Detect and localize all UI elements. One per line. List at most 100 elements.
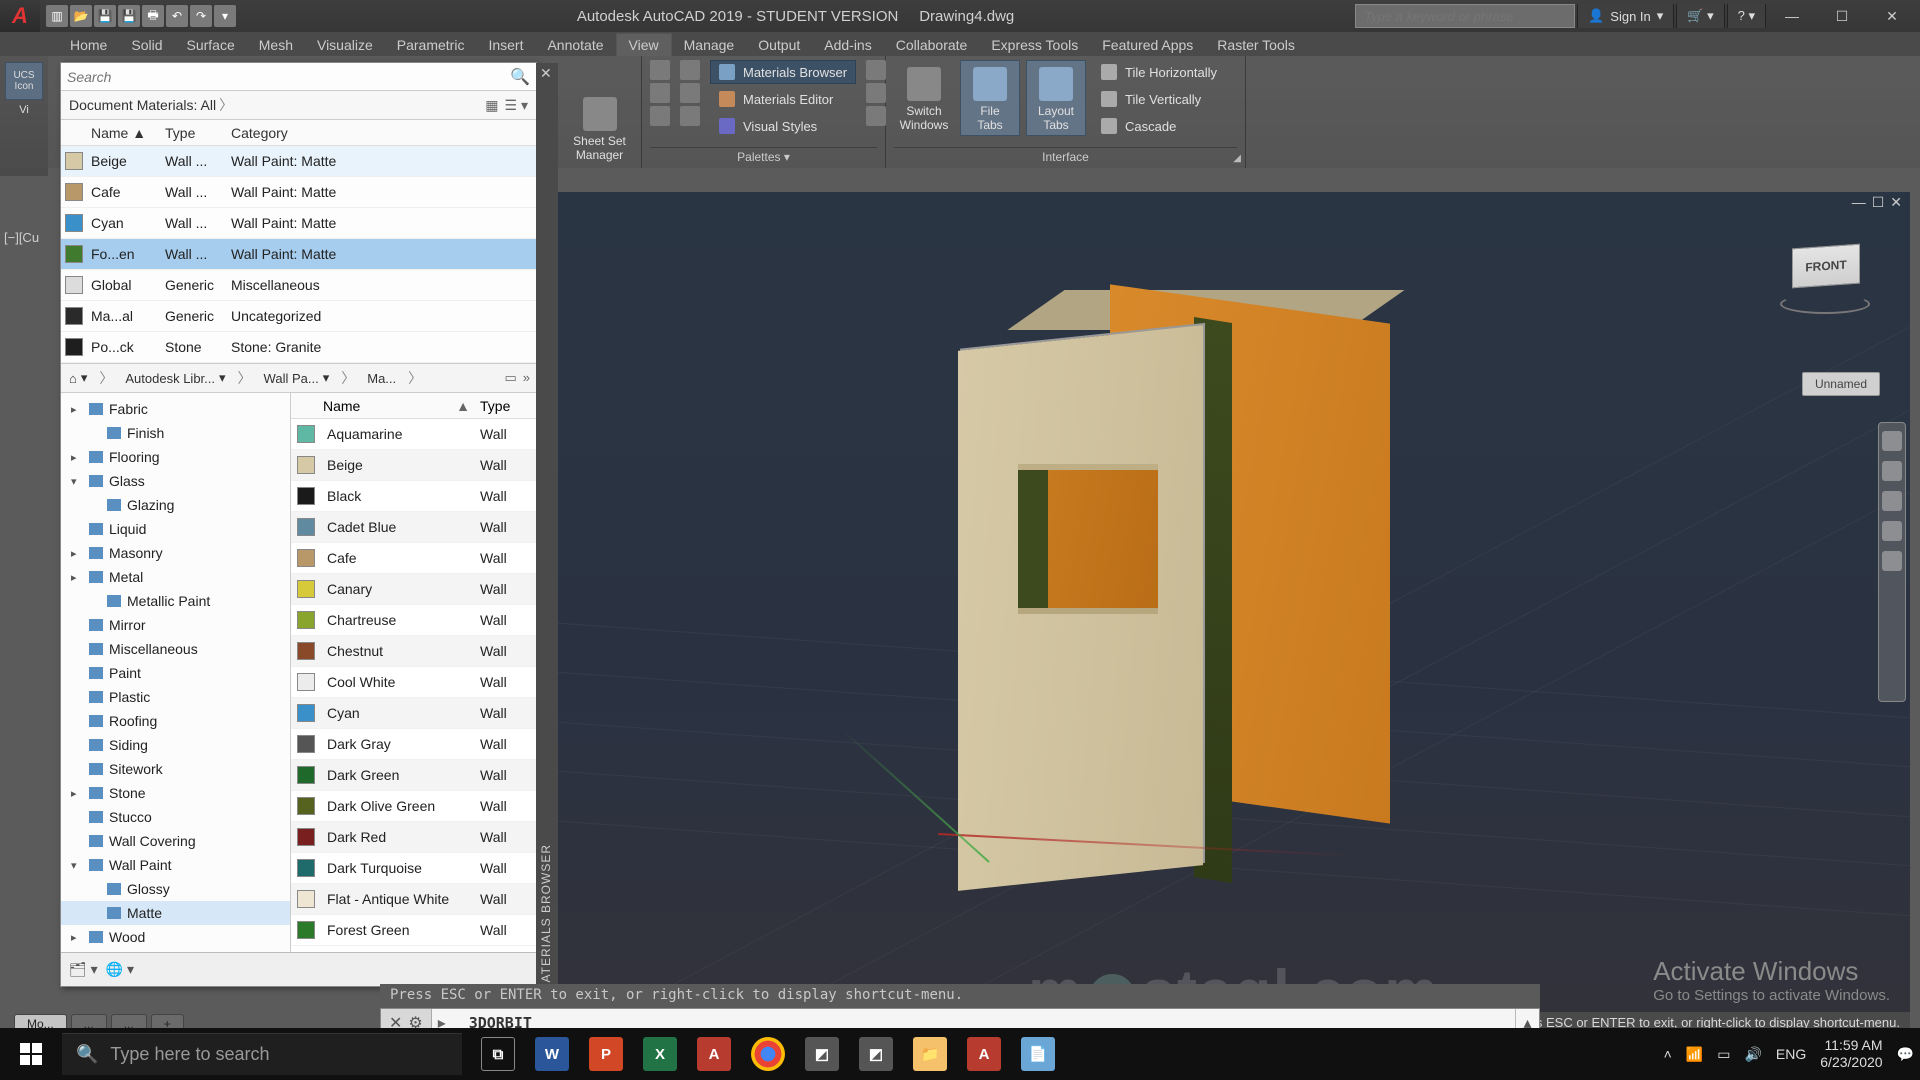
ribbon-tab-solid[interactable]: Solid	[119, 34, 174, 56]
view-thumb-icon[interactable]: ▦	[485, 97, 498, 114]
expand-icon[interactable]: ▸	[71, 787, 83, 800]
taskbar-word[interactable]: W	[526, 1028, 578, 1080]
material-row[interactable]: Flat - Antique White Wall	[291, 884, 536, 915]
material-row[interactable]: Dark Turquoise Wall	[291, 853, 536, 884]
tree-item-roofing[interactable]: Roofing	[61, 709, 290, 733]
material-row[interactable]: Forest Green Wall	[291, 915, 536, 946]
navbar-pan-icon[interactable]	[1882, 461, 1902, 481]
tile-horizontally-button[interactable]: Tile Horizontally	[1092, 60, 1226, 84]
expand-icon[interactable]: ▸	[71, 451, 83, 464]
qat-save-icon[interactable]: 💾	[94, 5, 116, 27]
qat-saveas-icon[interactable]: 💾	[118, 5, 140, 27]
materials-editor-button[interactable]: Materials Editor	[710, 87, 856, 111]
taskbar-excel[interactable]: X	[634, 1028, 686, 1080]
document-materials-header[interactable]: Document Materials: All 〉 ▦ ☰ ▾	[61, 91, 536, 120]
ribbon-tab-annotate[interactable]: Annotate	[535, 34, 615, 56]
qat-open-icon[interactable]: 📂	[70, 5, 92, 27]
material-row[interactable]: Canary Wall	[291, 574, 536, 605]
palette-icon-5[interactable]	[680, 83, 700, 103]
material-list-header[interactable]: Name ▲ Type	[291, 393, 536, 419]
switch-windows-button[interactable]: Switch Windows	[894, 60, 954, 136]
palette-icon-1[interactable]	[650, 60, 670, 80]
palette-icon-6[interactable]	[680, 106, 700, 126]
file-tabs-button[interactable]: File Tabs	[960, 60, 1020, 136]
tree-item-flooring[interactable]: ▸ Flooring	[61, 445, 290, 469]
manage-libraries-icon[interactable]: 🗂 ▾	[69, 961, 98, 978]
palette-icon-8[interactable]	[866, 83, 886, 103]
navbar-wheel-icon[interactable]	[1882, 431, 1902, 451]
tree-item-glossy[interactable]: Glossy	[61, 877, 290, 901]
taskbar-notepad[interactable]: 📄	[1012, 1028, 1064, 1080]
search-icon[interactable]: 🔍	[510, 67, 530, 87]
doc-material-row[interactable]: Fo...en Wall ... Wall Paint: Matte	[61, 239, 536, 270]
tray-clock[interactable]: 11:59 AM 6/23/2020	[1820, 1037, 1882, 1071]
maximize-button[interactable]: ☐	[1818, 0, 1866, 32]
close-button[interactable]: ✕	[1868, 0, 1916, 32]
viewcube-compass[interactable]	[1780, 294, 1870, 314]
bc-home[interactable]: ⌂▾	[61, 364, 95, 392]
doc-materials-header-row[interactable]: Name ▲ Type Category	[61, 120, 536, 146]
material-row[interactable]: Dark Gray Wall	[291, 729, 536, 760]
taskbar-autocad-2[interactable]: A	[958, 1028, 1010, 1080]
vp-close-icon[interactable]: ✕	[1890, 194, 1902, 211]
expand-icon[interactable]: ▸	[71, 403, 83, 416]
taskbar-folder[interactable]: 📁	[904, 1028, 956, 1080]
tile-vertically-button[interactable]: Tile Vertically	[1092, 87, 1226, 111]
material-row[interactable]: Chartreuse Wall	[291, 605, 536, 636]
sort-icon[interactable]: ▲	[456, 398, 480, 414]
ribbon-tab-output[interactable]: Output	[746, 34, 812, 56]
tree-item-stucco[interactable]: Stucco	[61, 805, 290, 829]
cascade-button[interactable]: Cascade	[1092, 114, 1226, 138]
tree-item-plastic[interactable]: Plastic	[61, 685, 290, 709]
view-name-box[interactable]: Unnamed	[1802, 372, 1880, 396]
doc-material-row[interactable]: Ma...al Generic Uncategorized	[61, 301, 536, 332]
tree-item-siding[interactable]: Siding	[61, 733, 290, 757]
taskbar-app-2[interactable]: ◩	[850, 1028, 902, 1080]
qat-plot-icon[interactable]: 🖶	[142, 5, 164, 27]
navbar-showmotion-icon[interactable]	[1882, 551, 1902, 571]
palette-search-input[interactable]	[67, 69, 510, 85]
viewcube-face[interactable]: FRONT	[1792, 244, 1860, 289]
ribbon-tab-visualize[interactable]: Visualize	[305, 34, 385, 56]
tree-item-masonry[interactable]: ▸ Masonry	[61, 541, 290, 565]
doc-material-row[interactable]: Global Generic Miscellaneous	[61, 270, 536, 301]
expand-icon[interactable]: ▸	[71, 571, 83, 584]
material-row[interactable]: Beige Wall	[291, 450, 536, 481]
taskbar-autocad-1[interactable]: A	[688, 1028, 740, 1080]
view-list-icon[interactable]: ☰ ▾	[505, 97, 528, 114]
tray-notifications-icon[interactable]: 💬	[1897, 1046, 1914, 1063]
viewcube[interactable]: FRONT	[1792, 246, 1870, 306]
tree-item-miscellaneous[interactable]: Miscellaneous	[61, 637, 290, 661]
palette-icon-2[interactable]	[650, 83, 670, 103]
qat-redo-icon[interactable]: ↷	[190, 5, 212, 27]
panel-title-palettes[interactable]: Palettes ▾	[650, 147, 877, 166]
material-row[interactable]: Cafe Wall	[291, 543, 536, 574]
navbar-orbit-icon[interactable]	[1882, 521, 1902, 541]
vp-maximize-icon[interactable]: ☐	[1872, 194, 1885, 211]
help-button[interactable]: ? ▾	[1727, 4, 1766, 28]
viewport-3d[interactable]: — ☐ ✕ FRONT Unnamed mstaql.com	[558, 192, 1910, 1016]
category-tree[interactable]: ▸ Fabric Finish▸ Flooring▾ Glass Glazing…	[61, 393, 291, 952]
minimize-button[interactable]: —	[1768, 0, 1816, 32]
materials-browser-button[interactable]: Materials Browser	[710, 60, 856, 84]
palette-close-icon[interactable]: ✕	[536, 63, 558, 84]
sheet-set-manager-button[interactable]: Sheet Set Manager	[570, 90, 630, 166]
visual-styles-button[interactable]: Visual Styles	[710, 114, 856, 138]
view-mode-icon[interactable]: ▭	[504, 370, 516, 386]
tray-volume-icon[interactable]: 🔊	[1744, 1046, 1761, 1063]
bc-leaf[interactable]: Ma...	[359, 364, 404, 392]
tray-chevron-icon[interactable]: ˄	[1664, 1046, 1672, 1062]
material-list[interactable]: Name ▲ Type Aquamarine Wall Beige Wall B…	[291, 393, 536, 952]
tree-item-wall-paint[interactable]: ▾ Wall Paint	[61, 853, 290, 877]
ribbon-tab-manage[interactable]: Manage	[672, 34, 747, 56]
qat-undo-icon[interactable]: ↶	[166, 5, 188, 27]
taskbar-powerpoint[interactable]: P	[580, 1028, 632, 1080]
tree-item-matte[interactable]: Matte	[61, 901, 290, 925]
list-col-type[interactable]: Type	[480, 398, 536, 414]
navbar-zoom-icon[interactable]	[1882, 491, 1902, 511]
tree-item-mirror[interactable]: Mirror	[61, 613, 290, 637]
ribbon-tab-featured-apps[interactable]: Featured Apps	[1090, 34, 1205, 56]
tree-item-liquid[interactable]: Liquid	[61, 517, 290, 541]
vp-minimize-icon[interactable]: —	[1852, 194, 1866, 211]
material-row[interactable]: Dark Green Wall	[291, 760, 536, 791]
